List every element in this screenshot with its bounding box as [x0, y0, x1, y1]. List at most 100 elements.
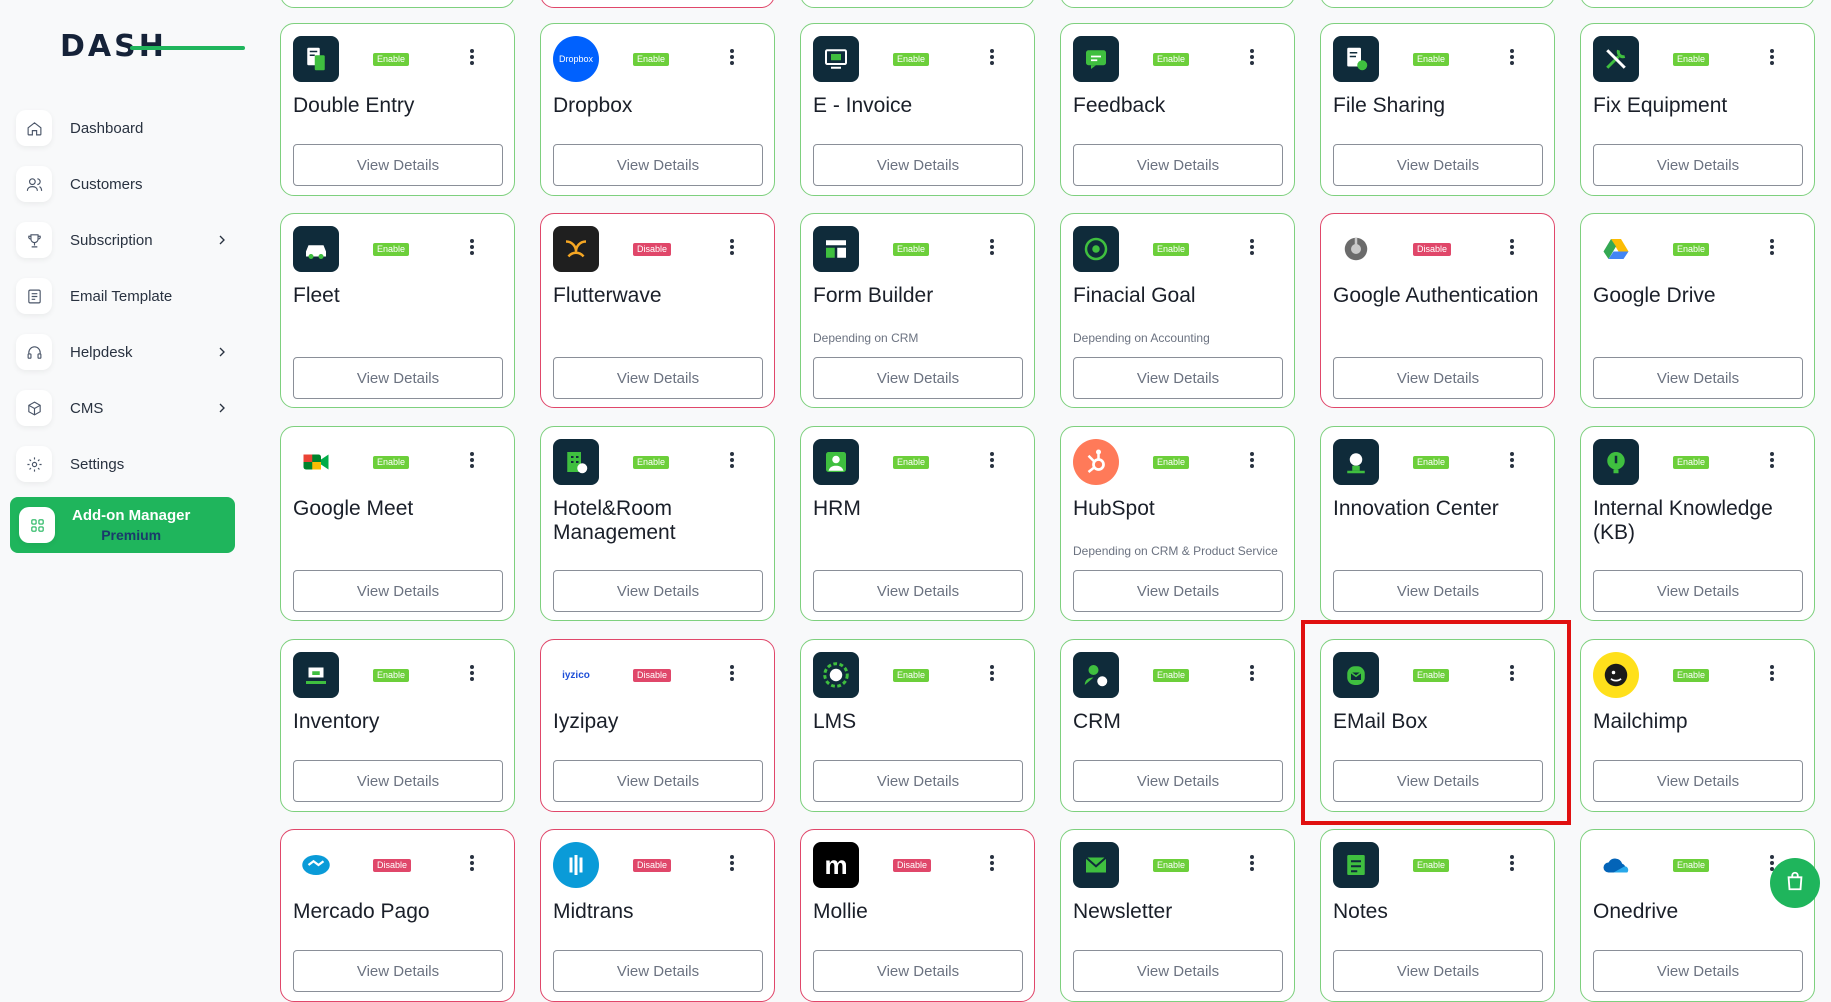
- view-details-button[interactable]: View Details: [1593, 950, 1803, 992]
- cart-button[interactable]: [1770, 858, 1820, 908]
- status-badge[interactable]: Enable: [1153, 859, 1190, 872]
- view-details-button[interactable]: View Details: [813, 950, 1023, 992]
- view-details-button[interactable]: View Details: [1073, 357, 1283, 399]
- status-badge[interactable]: Disable: [633, 243, 672, 256]
- status-badge[interactable]: Enable: [373, 53, 410, 66]
- more-options-icon[interactable]: [1510, 452, 1516, 470]
- sidebar-item-settings[interactable]: Settings: [16, 444, 236, 484]
- status-badge[interactable]: Disable: [893, 859, 932, 872]
- status-badge[interactable]: Enable: [373, 669, 410, 682]
- status-badge[interactable]: Enable: [1673, 243, 1710, 256]
- more-options-icon[interactable]: [1770, 665, 1776, 683]
- view-details-button[interactable]: View Details: [813, 760, 1023, 802]
- status-badge[interactable]: Enable: [893, 456, 930, 469]
- view-details-button[interactable]: View Details: [293, 144, 503, 186]
- status-badge[interactable]: Enable: [1673, 669, 1710, 682]
- view-details-button[interactable]: View Details: [553, 760, 763, 802]
- view-details-button[interactable]: View Details: [293, 357, 503, 399]
- view-details-button[interactable]: View Details: [1073, 570, 1283, 612]
- more-options-icon[interactable]: [1250, 239, 1256, 257]
- sidebar-item-email-template[interactable]: Email Template: [16, 276, 236, 316]
- status-badge[interactable]: Enable: [893, 243, 930, 256]
- status-badge[interactable]: Enable: [1413, 53, 1450, 66]
- more-options-icon[interactable]: [1770, 49, 1776, 67]
- more-options-icon[interactable]: [730, 452, 736, 470]
- more-options-icon[interactable]: [1510, 239, 1516, 257]
- icon-text: m: [824, 849, 848, 880]
- more-options-icon[interactable]: [730, 239, 736, 257]
- view-details-button[interactable]: View Details: [293, 760, 503, 802]
- view-details-button[interactable]: View Details: [1333, 570, 1543, 612]
- more-options-icon[interactable]: [470, 239, 476, 257]
- status-badge[interactable]: Enable: [1673, 456, 1710, 469]
- view-details-button[interactable]: View Details: [1073, 144, 1283, 186]
- view-details-button[interactable]: View Details: [553, 950, 763, 992]
- person-icon: [813, 439, 859, 485]
- handshake-icon: [293, 842, 339, 888]
- sidebar-item-helpdesk[interactable]: Helpdesk: [16, 332, 236, 372]
- more-options-icon[interactable]: [1510, 49, 1516, 67]
- more-options-icon[interactable]: [1250, 665, 1256, 683]
- status-badge[interactable]: Enable: [893, 669, 930, 682]
- view-details-button[interactable]: View Details: [1593, 570, 1803, 612]
- view-details-button[interactable]: View Details: [1073, 760, 1283, 802]
- status-badge[interactable]: Enable: [1673, 53, 1710, 66]
- status-badge[interactable]: Enable: [1153, 669, 1190, 682]
- view-details-button[interactable]: View Details: [813, 357, 1023, 399]
- status-badge[interactable]: Enable: [1413, 456, 1450, 469]
- view-details-button[interactable]: View Details: [1593, 760, 1803, 802]
- more-options-icon[interactable]: [990, 665, 996, 683]
- view-details-button[interactable]: View Details: [553, 357, 763, 399]
- status-badge[interactable]: Enable: [1673, 859, 1710, 872]
- more-options-icon[interactable]: [1770, 452, 1776, 470]
- more-options-icon[interactable]: [990, 49, 996, 67]
- more-options-icon[interactable]: [470, 855, 476, 873]
- more-options-icon[interactable]: [730, 855, 736, 873]
- status-badge[interactable]: Disable: [633, 669, 672, 682]
- view-details-button[interactable]: View Details: [293, 950, 503, 992]
- more-options-icon[interactable]: [730, 665, 736, 683]
- view-details-button[interactable]: View Details: [553, 144, 763, 186]
- view-details-button[interactable]: View Details: [1593, 144, 1803, 186]
- more-options-icon[interactable]: [990, 239, 996, 257]
- more-options-icon[interactable]: [1250, 855, 1256, 873]
- view-details-button[interactable]: View Details: [813, 570, 1023, 612]
- more-options-icon[interactable]: [730, 49, 736, 67]
- status-badge[interactable]: Disable: [373, 859, 412, 872]
- more-options-icon[interactable]: [990, 855, 996, 873]
- sidebar-item-addon-manager[interactable]: Add-on Manager Premium: [10, 497, 235, 553]
- view-details-button[interactable]: View Details: [813, 144, 1023, 186]
- status-badge[interactable]: Disable: [1413, 243, 1452, 256]
- view-details-button[interactable]: View Details: [1333, 357, 1543, 399]
- view-details-button[interactable]: View Details: [293, 570, 503, 612]
- more-options-icon[interactable]: [470, 49, 476, 67]
- logo-bar: [130, 46, 245, 50]
- sidebar-item-subscription[interactable]: Subscription: [16, 220, 236, 260]
- more-options-icon[interactable]: [1770, 239, 1776, 257]
- view-details-button[interactable]: View Details: [1333, 950, 1543, 992]
- status-badge[interactable]: Enable: [1413, 859, 1450, 872]
- status-badge[interactable]: Enable: [1153, 456, 1190, 469]
- logo[interactable]: DASH: [60, 30, 245, 64]
- status-badge[interactable]: Enable: [633, 53, 670, 66]
- more-options-icon[interactable]: [990, 452, 996, 470]
- status-badge[interactable]: Enable: [1153, 243, 1190, 256]
- sidebar-item-customers[interactable]: Customers: [16, 164, 236, 204]
- sidebar-item-cms[interactable]: CMS: [16, 388, 236, 428]
- view-details-button[interactable]: View Details: [553, 570, 763, 612]
- view-details-button[interactable]: View Details: [1073, 950, 1283, 992]
- more-options-icon[interactable]: [1250, 49, 1256, 67]
- sidebar-item-dashboard[interactable]: Dashboard: [16, 108, 236, 148]
- more-options-icon[interactable]: [470, 452, 476, 470]
- status-badge[interactable]: Enable: [373, 243, 410, 256]
- status-badge[interactable]: Enable: [633, 456, 670, 469]
- status-badge[interactable]: Enable: [373, 456, 410, 469]
- status-badge[interactable]: Enable: [893, 53, 930, 66]
- status-badge[interactable]: Disable: [633, 859, 672, 872]
- view-details-button[interactable]: View Details: [1333, 144, 1543, 186]
- view-details-button[interactable]: View Details: [1593, 357, 1803, 399]
- more-options-icon[interactable]: [470, 665, 476, 683]
- more-options-icon[interactable]: [1510, 855, 1516, 873]
- status-badge[interactable]: Enable: [1153, 53, 1190, 66]
- more-options-icon[interactable]: [1250, 452, 1256, 470]
